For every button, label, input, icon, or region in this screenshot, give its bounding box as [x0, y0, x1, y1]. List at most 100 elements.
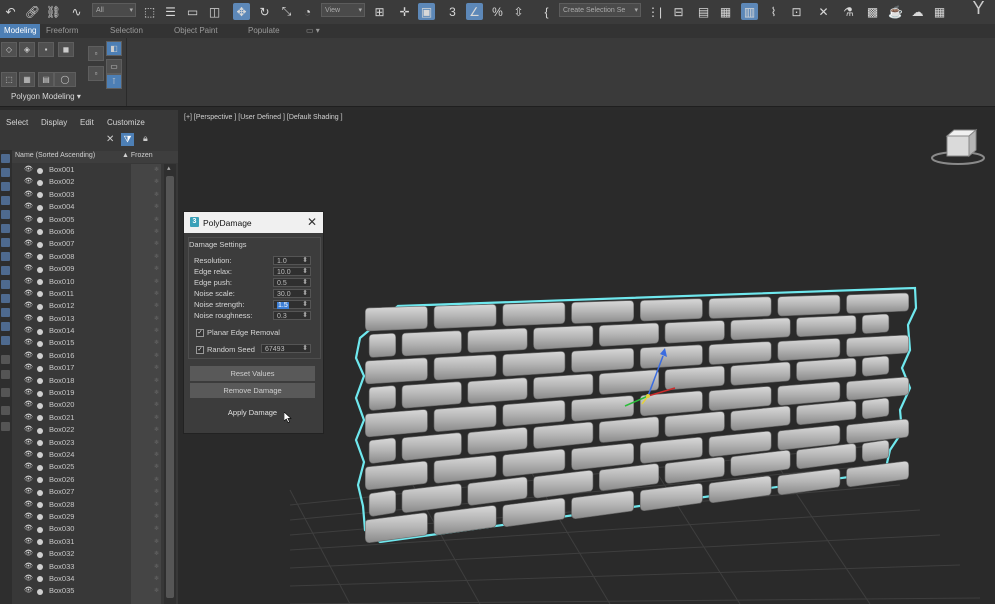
frozen-toggle-icon[interactable]: ❄︎	[154, 412, 159, 424]
random-seed-checkbox[interactable]: ✓ Random Seed	[196, 345, 255, 355]
keyboard-shortcut-override-icon[interactable]: ▣	[418, 3, 435, 20]
visibility-eye-icon[interactable]: 👁︎	[24, 424, 33, 436]
noise-scale-spinner[interactable]: 30.0	[273, 289, 311, 298]
noise-roughness-value[interactable]: 0.3	[277, 313, 287, 320]
random-seed-spinner[interactable]: 67493	[261, 344, 311, 353]
list-item[interactable]: 👁︎ Box005 ❄︎	[12, 214, 164, 226]
list-item[interactable]: 👁︎ Box019 ❄︎	[12, 387, 164, 399]
render-setup-icon[interactable]: ⚗	[840, 3, 857, 20]
list-item[interactable]: 👁︎ Box025 ❄︎	[12, 461, 164, 473]
sync-selection-icon[interactable]	[1, 388, 10, 397]
visibility-eye-icon[interactable]: 👁︎	[24, 548, 33, 560]
frozen-toggle-icon[interactable]: ❄︎	[154, 461, 159, 473]
render-dot-icon[interactable]	[37, 502, 43, 509]
named-selection-set-dropdown[interactable]: Create Selection Se	[559, 3, 641, 18]
render-dot-icon[interactable]	[37, 365, 43, 372]
display-hidden-icon[interactable]	[1, 322, 10, 331]
find-icon[interactable]	[1, 422, 10, 431]
move-icon[interactable]: ✥	[233, 3, 250, 20]
visibility-eye-icon[interactable]: 👁︎	[24, 300, 33, 312]
edge-push-value[interactable]: 0.5	[277, 280, 287, 287]
list-item[interactable]: 👁︎ Box022 ❄︎	[12, 424, 164, 436]
schematic-view-icon[interactable]: ⊡	[788, 3, 805, 20]
render-dot-icon[interactable]	[37, 279, 43, 286]
render-dot-icon[interactable]	[37, 266, 43, 273]
list-item[interactable]: 👁︎ Box024 ❄︎	[12, 449, 164, 461]
list-item[interactable]: 👁︎ Box002 ❄︎	[12, 176, 164, 188]
visibility-eye-icon[interactable]: 👁︎	[24, 486, 33, 498]
snaps-toggle-icon[interactable]: 3	[444, 3, 461, 20]
frozen-toggle-icon[interactable]: ❄︎	[154, 189, 159, 201]
menu-customize[interactable]: Customize	[107, 118, 145, 127]
visibility-eye-icon[interactable]: 👁︎	[24, 449, 33, 461]
frozen-toggle-icon[interactable]: ❄︎	[154, 585, 159, 597]
frozen-toggle-icon[interactable]: ❄︎	[154, 474, 159, 486]
render-dot-icon[interactable]	[37, 526, 43, 533]
frozen-toggle-icon[interactable]: ❄︎	[154, 201, 159, 213]
list-item[interactable]: 👁︎ Box031 ❄︎	[12, 536, 164, 548]
render-dot-icon[interactable]	[37, 229, 43, 236]
use-soft-selection-icon[interactable]: ▭	[106, 59, 122, 74]
menu-display[interactable]: Display	[41, 118, 67, 127]
frozen-toggle-icon[interactable]: ❄︎	[154, 263, 159, 275]
list-item[interactable]: 👁︎ Box021 ❄︎	[12, 412, 164, 424]
render-dot-icon[interactable]	[37, 179, 43, 186]
frozen-toggle-icon[interactable]: ❄︎	[154, 511, 159, 523]
visibility-eye-icon[interactable]: 👁︎	[24, 375, 33, 387]
visibility-eye-icon[interactable]: 👁︎	[24, 288, 33, 300]
visibility-eye-icon[interactable]: 👁︎	[24, 585, 33, 597]
unlink-icon[interactable]: ⛓︎	[45, 3, 62, 20]
visibility-eye-icon[interactable]: 👁︎	[24, 536, 33, 548]
list-item[interactable]: 👁︎ Box012 ❄︎	[12, 300, 164, 312]
checkmark-icon[interactable]: ✓	[196, 329, 204, 338]
render-dot-icon[interactable]	[37, 316, 43, 323]
visibility-eye-icon[interactable]: 👁︎	[24, 362, 33, 374]
render-dot-icon[interactable]	[37, 427, 43, 434]
render-dot-icon[interactable]	[37, 402, 43, 409]
reset-values-button[interactable]: Reset Values	[190, 366, 315, 381]
noise-strength-value[interactable]: 1.5	[277, 302, 289, 309]
render-dot-icon[interactable]	[37, 303, 43, 310]
filter-toggle-icon[interactable]	[1, 406, 10, 415]
frozen-toggle-icon[interactable]: ❄︎	[154, 499, 159, 511]
render-dot-icon[interactable]	[37, 489, 43, 496]
bind-space-warp-icon[interactable]: ∿	[68, 3, 85, 20]
render-dot-icon[interactable]	[37, 588, 43, 595]
rectangular-selection-icon[interactable]: ▭	[184, 3, 201, 20]
render-dot-icon[interactable]	[37, 291, 43, 298]
render-dot-icon[interactable]	[37, 204, 43, 211]
list-item[interactable]: 👁︎ Box006 ❄︎	[12, 226, 164, 238]
frozen-toggle-icon[interactable]: ❄︎	[154, 276, 159, 288]
list-item[interactable]: 👁︎ Box029 ❄︎	[12, 511, 164, 523]
element-mode-icon[interactable]: ◼	[58, 42, 74, 57]
frozen-toggle-icon[interactable]: ❄︎	[154, 375, 159, 387]
list-item[interactable]: 👁︎ Box027 ❄︎	[12, 486, 164, 498]
apply-damage-button[interactable]: Apply Damage	[190, 405, 315, 420]
render-dot-icon[interactable]	[37, 340, 43, 347]
angle-snap-icon[interactable]: ∠	[466, 3, 483, 20]
display-bones-icon[interactable]	[1, 280, 10, 289]
visibility-eye-icon[interactable]: 👁︎	[24, 499, 33, 511]
render-dot-icon[interactable]	[37, 192, 43, 199]
render-dot-icon[interactable]	[37, 551, 43, 558]
display-containers-icon[interactable]	[1, 294, 10, 303]
list-item[interactable]: 👁︎ Box020 ❄︎	[12, 399, 164, 411]
percent-snap-icon[interactable]: %	[489, 3, 506, 20]
render-dot-icon[interactable]	[37, 353, 43, 360]
render-dot-icon[interactable]	[37, 539, 43, 546]
spinner-snap-icon[interactable]: ⇳	[510, 3, 527, 20]
display-geometry-icon[interactable]	[1, 168, 10, 177]
render-dot-icon[interactable]	[37, 217, 43, 224]
display-xrefs-icon[interactable]	[1, 266, 10, 275]
visibility-eye-icon[interactable]: 👁︎	[24, 561, 33, 573]
render-dot-icon[interactable]	[37, 452, 43, 459]
list-item[interactable]: 👁︎ Box034 ❄︎	[12, 573, 164, 585]
list-item[interactable]: 👁︎ Box028 ❄︎	[12, 499, 164, 511]
align-icon[interactable]: ⊟	[670, 3, 687, 20]
render-dot-icon[interactable]	[37, 514, 43, 521]
render-in-cloud-icon[interactable]: ☁	[909, 3, 926, 20]
display-groups-icon[interactable]	[1, 252, 10, 261]
ribbon-options-icon[interactable]: ▭ ▾	[306, 24, 320, 38]
selection-filter-dropdown[interactable]: All	[92, 3, 136, 18]
visibility-eye-icon[interactable]: 👁︎	[24, 461, 33, 473]
